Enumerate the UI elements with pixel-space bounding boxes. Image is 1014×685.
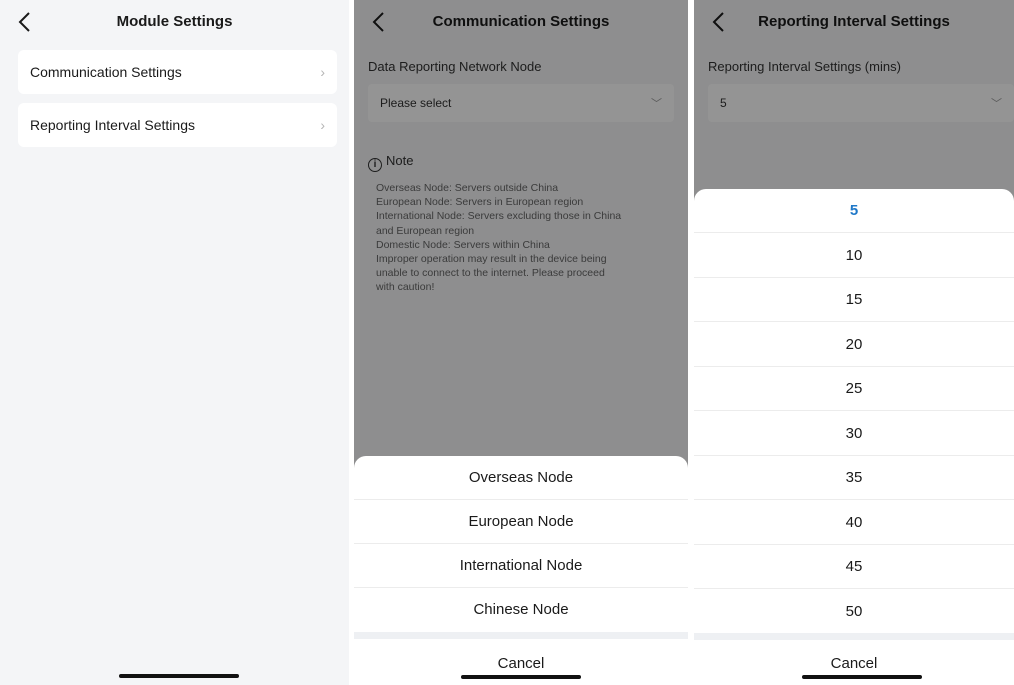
option-overseas-node[interactable]: Overseas Node bbox=[354, 456, 688, 500]
option-interval-30[interactable]: 30 bbox=[694, 412, 1014, 456]
chevron-right-icon: › bbox=[320, 117, 325, 133]
sheet-divider bbox=[694, 633, 1014, 640]
page-title: Module Settings bbox=[116, 13, 233, 30]
chevron-right-icon: › bbox=[320, 64, 325, 80]
option-interval-35[interactable]: 35 bbox=[694, 456, 1014, 500]
option-international-node[interactable]: International Node bbox=[354, 544, 688, 588]
item-label: Communication Settings bbox=[30, 64, 182, 80]
option-interval-45[interactable]: 45 bbox=[694, 545, 1014, 589]
communication-settings-item[interactable]: Communication Settings › bbox=[18, 50, 337, 94]
option-interval-5[interactable]: 5 bbox=[694, 189, 1014, 233]
action-sheet: Overseas Node European Node Internationa… bbox=[354, 456, 688, 685]
module-settings-screen: Module Settings Communication Settings ›… bbox=[0, 0, 349, 685]
option-interval-50[interactable]: 50 bbox=[694, 590, 1014, 634]
option-interval-15[interactable]: 15 bbox=[694, 278, 1014, 322]
option-european-node[interactable]: European Node bbox=[354, 500, 688, 544]
action-sheet: 5 10 15 20 25 30 35 40 45 50 Cancel bbox=[694, 189, 1014, 685]
home-indicator[interactable] bbox=[119, 674, 239, 678]
item-label: Reporting Interval Settings bbox=[30, 117, 195, 133]
home-indicator[interactable] bbox=[802, 675, 922, 679]
navbar: Module Settings bbox=[0, 0, 349, 44]
option-interval-20[interactable]: 20 bbox=[694, 323, 1014, 367]
reporting-interval-screen: Reporting Interval Settings Reporting In… bbox=[694, 0, 1014, 685]
sheet-divider bbox=[354, 632, 688, 639]
option-chinese-node[interactable]: Chinese Node bbox=[354, 588, 688, 632]
communication-settings-screen: Communication Settings Data Reporting Ne… bbox=[354, 0, 688, 685]
home-indicator[interactable] bbox=[461, 675, 581, 679]
option-interval-10[interactable]: 10 bbox=[694, 234, 1014, 278]
option-interval-25[interactable]: 25 bbox=[694, 367, 1014, 411]
option-interval-40[interactable]: 40 bbox=[694, 501, 1014, 545]
reporting-interval-settings-item[interactable]: Reporting Interval Settings › bbox=[18, 103, 337, 147]
